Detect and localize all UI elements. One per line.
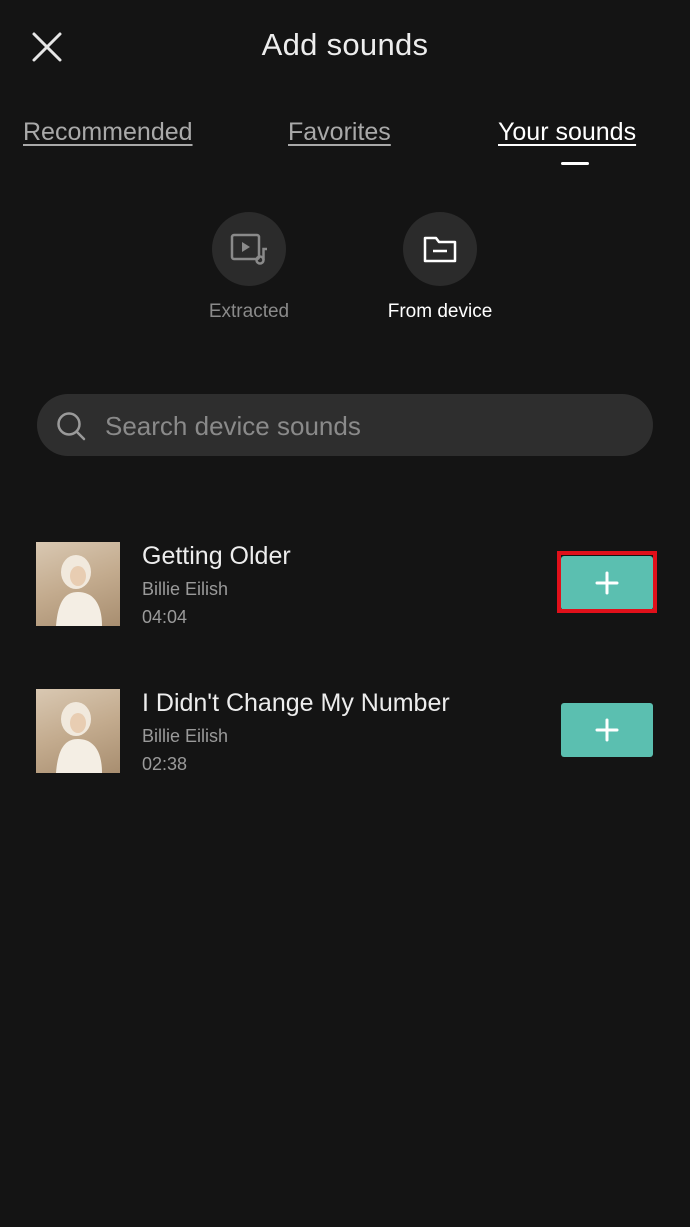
search-input[interactable]	[103, 394, 627, 458]
header: Add sounds	[0, 0, 690, 95]
from-device-label: From device	[387, 301, 493, 322]
page-title: Add sounds	[261, 27, 429, 62]
search-icon	[57, 412, 86, 441]
track-artist: Billie Eilish	[142, 726, 229, 746]
search-bar[interactable]	[37, 394, 653, 458]
track-duration: 04:04	[142, 607, 188, 627]
from-device-icon-circle	[403, 212, 477, 286]
extracted-label: Extracted	[208, 301, 290, 322]
album-art-image	[56, 702, 102, 773]
plus-icon	[595, 571, 619, 595]
list-item[interactable]: Getting Older Billie Eilish 04:04	[0, 542, 690, 632]
folder-icon	[423, 236, 457, 263]
tab-your-sounds[interactable]: Your sounds	[498, 118, 636, 147]
tab-favorites[interactable]: Favorites	[288, 118, 391, 147]
list-item[interactable]: I Didn't Change My Number Billie Eilish …	[0, 689, 690, 779]
album-art	[36, 542, 120, 626]
track-title: Getting Older	[142, 542, 291, 570]
tab-recommended[interactable]: Recommended	[23, 118, 193, 147]
active-tab-indicator	[561, 162, 589, 165]
album-art-image	[56, 555, 102, 626]
source-from-device[interactable]: From device	[370, 212, 510, 323]
video-music-icon	[230, 233, 267, 265]
track-artist: Billie Eilish	[142, 579, 229, 599]
plus-icon	[595, 718, 619, 742]
extracted-icon-circle	[212, 212, 286, 286]
source-extracted[interactable]: Extracted	[179, 212, 319, 323]
album-art	[36, 689, 120, 773]
track-title: I Didn't Change My Number	[142, 689, 450, 717]
add-track-button[interactable]	[561, 556, 653, 610]
add-track-button[interactable]	[561, 703, 653, 757]
tab-bar: Recommended Favorites Your sounds	[0, 118, 690, 178]
track-duration: 02:38	[142, 754, 188, 774]
